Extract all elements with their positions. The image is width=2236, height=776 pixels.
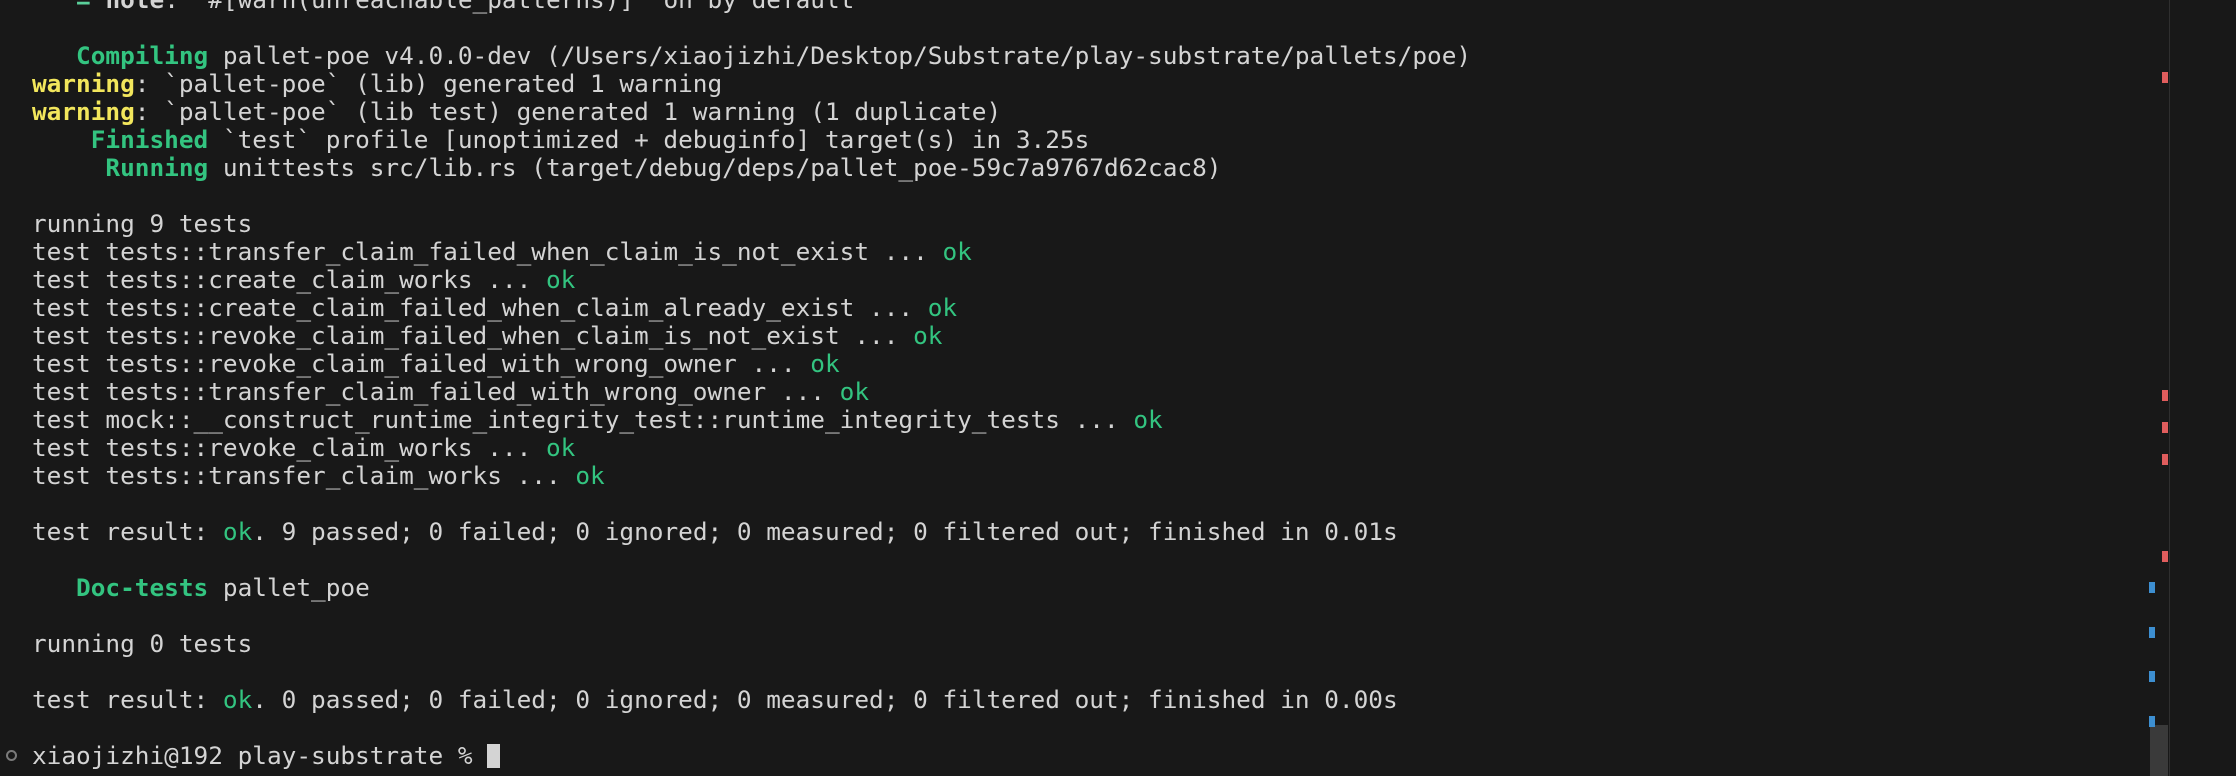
terminal-text: ok: [927, 294, 958, 322]
terminal-line: = note: `#[warn(unreachable_patterns)]` …: [0, 0, 2160, 14]
terminal-text: test tests::revoke_claim_failed_with_wro…: [32, 350, 811, 378]
terminal-text: . 0 passed; 0 failed; 0 ignored; 0 measu…: [252, 686, 1398, 714]
scrollbar-thumb[interactable]: [2150, 725, 2168, 776]
terminal-text: warning: [32, 98, 135, 126]
terminal-line: Compiling pallet-poe v4.0.0-dev (/Users/…: [0, 42, 2160, 70]
terminal-text: running 9 tests: [32, 210, 253, 238]
terminal-line: test result: ok. 9 passed; 0 failed; 0 i…: [0, 518, 2160, 546]
terminal-text: ok: [575, 462, 605, 490]
overview-ruler: [2169, 0, 2170, 776]
error-marker: [2162, 72, 2168, 83]
info-marker: [2149, 716, 2155, 727]
terminal-text: Finished: [32, 126, 209, 154]
terminal-output: = note: `#[warn(unreachable_patterns)]` …: [0, 0, 2160, 770]
terminal-line: test tests::transfer_claim_failed_with_w…: [0, 378, 2160, 406]
terminal-text: ok: [1133, 406, 1163, 434]
terminal-text: : `#[warn(unreachable_patterns)]` on by …: [164, 0, 854, 14]
terminal-text: ok: [942, 238, 972, 266]
terminal-text: `test` profile [unoptimized + debuginfo]…: [208, 126, 1090, 154]
terminal-line: Doc-tests pallet_poe: [0, 574, 2160, 602]
terminal-text: Doc-tests: [32, 574, 209, 602]
terminal-line: test tests::transfer_claim_works ... ok: [0, 462, 2160, 490]
command-decoration-icon[interactable]: [6, 750, 17, 761]
terminal-line: running 9 tests: [0, 210, 2160, 238]
terminal-text: ok: [222, 686, 253, 714]
terminal-line: warning: `pallet-poe` (lib test) generat…: [0, 98, 2160, 126]
terminal-text: pallet_poe: [208, 574, 370, 602]
terminal-text: : `pallet-poe` (lib) generated 1 warning: [134, 70, 723, 98]
terminal-line: test tests::create_claim_works ... ok: [0, 266, 2160, 294]
terminal-text: ok: [545, 266, 576, 294]
terminal-text: ok: [545, 434, 576, 462]
error-marker: [2162, 390, 2168, 401]
terminal-text: note: [105, 0, 164, 14]
terminal-line: test tests::transfer_claim_failed_when_c…: [0, 238, 2160, 266]
shell-prompt: xiaojizhi@192 play-substrate %: [32, 742, 488, 770]
terminal-line: test tests::revoke_claim_failed_with_wro…: [0, 350, 2160, 378]
terminal-line: Running unittests src/lib.rs (target/deb…: [0, 154, 2160, 182]
terminal-line: running 0 tests: [0, 630, 2160, 658]
info-marker: [2149, 627, 2155, 638]
terminal-text: test tests::create_claim_works ...: [32, 266, 546, 294]
terminal-line: Finished `test` profile [unoptimized + d…: [0, 126, 2160, 154]
info-marker: [2149, 582, 2155, 593]
terminal-text: ok: [810, 350, 840, 378]
error-marker: [2162, 551, 2168, 562]
terminal-text: test tests::revoke_claim_works ...: [32, 434, 546, 462]
terminal-line: test tests::revoke_claim_failed_when_cla…: [0, 322, 2160, 350]
terminal-panel[interactable]: = note: `#[warn(unreachable_patterns)]` …: [0, 0, 2236, 776]
error-marker: [2162, 454, 2168, 465]
terminal-text: test tests::transfer_claim_works ...: [32, 462, 576, 490]
terminal-text: pallet-poe v4.0.0-dev (/Users/xiaojizhi/…: [208, 42, 1472, 70]
terminal-text: test tests::create_claim_failed_when_cla…: [32, 294, 928, 322]
prompt-line[interactable]: xiaojizhi@192 play-substrate %: [0, 742, 2160, 770]
terminal-text: ok: [913, 322, 943, 350]
terminal-text: running 0 tests: [32, 630, 253, 658]
terminal-text: warning: [32, 70, 135, 98]
error-marker: [2162, 422, 2168, 433]
terminal-text: test tests::transfer_claim_failed_when_c…: [32, 238, 943, 266]
terminal-text: Running: [32, 154, 209, 182]
terminal-text: Compiling: [32, 42, 209, 70]
terminal-text: test result:: [32, 686, 223, 714]
terminal-text: ok: [839, 378, 870, 406]
terminal-text: test mock::__construct_runtime_integrity…: [32, 406, 1134, 434]
terminal-text: : `pallet-poe` (lib test) generated 1 wa…: [134, 98, 1002, 126]
terminal-text: test tests::revoke_claim_failed_when_cla…: [32, 322, 914, 350]
terminal-line: warning: `pallet-poe` (lib) generated 1 …: [0, 70, 2160, 98]
terminal-text: =: [32, 0, 105, 14]
info-marker: [2149, 671, 2155, 682]
terminal-line: test result: ok. 0 passed; 0 failed; 0 i…: [0, 686, 2160, 714]
text-cursor: [487, 744, 501, 768]
terminal-text: test tests::transfer_claim_failed_with_w…: [32, 378, 840, 406]
terminal-line: test mock::__construct_runtime_integrity…: [0, 406, 2160, 434]
terminal-line: test tests::create_claim_failed_when_cla…: [0, 294, 2160, 322]
terminal-text: unittests src/lib.rs (target/debug/deps/…: [208, 154, 1222, 182]
terminal-text: ok: [222, 518, 253, 546]
terminal-line: test tests::revoke_claim_works ... ok: [0, 434, 2160, 462]
terminal-text: test result:: [32, 518, 223, 546]
terminal-text: . 9 passed; 0 failed; 0 ignored; 0 measu…: [252, 518, 1398, 546]
